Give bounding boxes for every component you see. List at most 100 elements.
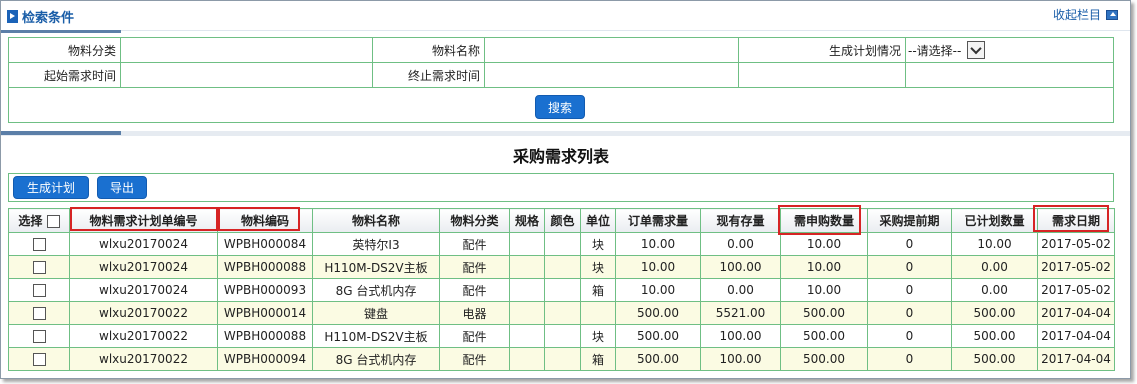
cell-spec: [509, 255, 545, 279]
search-button[interactable]: 搜索: [535, 95, 585, 119]
cell-planned-qty: 500.00: [951, 324, 1038, 348]
column-header-demand-date[interactable]: 需求日期: [1037, 208, 1115, 233]
cell-stock-qty: 5521.00: [700, 301, 781, 325]
collapse-up-icon[interactable]: [1106, 9, 1118, 20]
cell-planned-qty: 500.00: [951, 347, 1038, 371]
cell-purchase-qty: 500.00: [780, 301, 868, 325]
search-form-row-2: 起始需求时间 终止需求时间: [9, 63, 1113, 88]
row-select-cell: [8, 255, 70, 279]
cell-material-category: 配件: [439, 255, 510, 279]
table-row[interactable]: wlxu20170024 WPBH000093 8G 台式机内存 配件箱 10.00 0.…: [8, 278, 1115, 302]
row-checkbox[interactable]: [32, 307, 46, 320]
column-header-material-name[interactable]: 物料名称: [312, 208, 440, 233]
empty-cell: [906, 63, 1113, 87]
cell-demand-date: 2017-04-04: [1037, 301, 1115, 325]
cell-planned-qty: 0.00: [951, 255, 1038, 279]
table-row[interactable]: wlxu20170024 WPBH000088 H110M-DS2V主板 配件块 10.…: [8, 255, 1115, 279]
cell-spec: [509, 301, 545, 325]
cell-plan-no: wlxu20170022: [69, 301, 218, 325]
cell-material-category: 配件: [439, 278, 510, 302]
start-time-input[interactable]: [121, 63, 373, 87]
cell-stock-qty: 0.00: [700, 278, 781, 302]
header-accent-stripe: [1, 30, 121, 33]
column-header-lead-time[interactable]: 采购提前期: [867, 208, 952, 233]
cell-material-name: H110M-DS2V主板: [312, 324, 440, 348]
start-time-label: 起始需求时间: [9, 63, 121, 87]
cell-stock-qty: 0.00: [700, 232, 781, 256]
export-button[interactable]: 导出: [97, 176, 147, 199]
cell-stock-qty: 100.00: [700, 255, 781, 279]
cell-plan-no: wlxu20170024: [69, 255, 218, 279]
column-header-plan-no[interactable]: 物料需求计划单编号: [69, 208, 218, 233]
table-row[interactable]: wlxu20170022 WPBH000014 键盘 电器 500.00 5521.00 5…: [8, 301, 1115, 325]
cell-color: [544, 255, 581, 279]
cell-stock-qty: 100.00: [700, 324, 781, 348]
row-checkbox[interactable]: [32, 238, 46, 251]
row-checkbox[interactable]: [32, 261, 46, 274]
row-select-cell: [8, 324, 70, 348]
cell-purchase-qty: 10.00: [780, 278, 868, 302]
cell-material-category: 配件: [439, 232, 510, 256]
column-header-unit[interactable]: 单位: [580, 208, 616, 233]
plan-status-cell: --请选择--: [906, 38, 1113, 62]
cell-order-qty: 500.00: [615, 347, 701, 371]
row-checkbox[interactable]: [32, 353, 46, 366]
window-frame: 检索条件 收起栏目 物料分类 物料名称 生成计划情况 --请选择-- 起始需求时…: [0, 0, 1131, 379]
cell-plan-no: wlxu20170024: [69, 232, 218, 256]
material-category-input[interactable]: [121, 38, 373, 62]
column-header-planned-qty[interactable]: 已计划数量: [951, 208, 1038, 233]
cell-material-category: 电器: [439, 301, 510, 325]
column-header-purchase-qty[interactable]: 需申购数量: [780, 208, 868, 233]
row-checkbox[interactable]: [32, 330, 46, 343]
table-header-row: 选择 物料需求计划单编号 物料编码 物料名称 物料分类 规格 颜色 单位 订单需…: [8, 208, 1115, 233]
end-time-label: 终止需求时间: [373, 63, 485, 87]
search-panel-title: 检索条件: [7, 7, 74, 26]
cell-spec: [509, 324, 545, 348]
cell-color: [544, 301, 581, 325]
cell-material-code: WPBH000094: [217, 347, 313, 371]
column-header-material-category[interactable]: 物料分类: [439, 208, 510, 233]
cell-purchase-qty: 10.00: [780, 255, 868, 279]
search-form-row-1: 物料分类 物料名称 生成计划情况 --请选择--: [9, 38, 1113, 63]
column-header-color[interactable]: 颜色: [544, 208, 581, 233]
cell-order-qty: 10.00: [615, 255, 701, 279]
chevron-down-icon[interactable]: [967, 41, 986, 59]
cell-material-code: WPBH000014: [217, 301, 313, 325]
generate-plan-button[interactable]: 生成计划: [13, 176, 89, 199]
select-all-checkbox[interactable]: [46, 215, 60, 228]
plan-status-select[interactable]: --请选择--: [908, 41, 986, 59]
cell-color: [544, 347, 581, 371]
cell-planned-qty: 500.00: [951, 301, 1038, 325]
cell-order-qty: 500.00: [615, 324, 701, 348]
plan-status-value: --请选择--: [908, 43, 962, 58]
collapse-panel-button[interactable]: 收起栏目: [1053, 6, 1118, 23]
cell-demand-date: 2017-05-02: [1037, 278, 1115, 302]
row-select-cell: [8, 232, 70, 256]
material-name-input[interactable]: [485, 38, 739, 62]
table-row[interactable]: wlxu20170022 WPBH000094 8G 台式机内存 配件箱 500.00 1…: [8, 347, 1115, 371]
play-arrow-icon: [7, 10, 18, 23]
cell-unit: 箱: [580, 278, 616, 302]
table-row[interactable]: wlxu20170024 WPBH000084 英特尔I3 配件块 10.00 0.00 1…: [8, 232, 1115, 256]
cell-demand-date: 2017-04-04: [1037, 347, 1115, 371]
cell-plan-no: wlxu20170024: [69, 278, 218, 302]
cell-material-code: WPBH000084: [217, 232, 313, 256]
cell-color: [544, 278, 581, 302]
end-time-input[interactable]: [485, 63, 739, 87]
cell-material-name: H110M-DS2V主板: [312, 255, 440, 279]
cell-purchase-qty: 10.00: [780, 232, 868, 256]
section-divider: [1, 131, 1130, 136]
column-header-stock-qty[interactable]: 现有存量: [700, 208, 781, 233]
column-header-spec[interactable]: 规格: [509, 208, 545, 233]
row-checkbox[interactable]: [32, 284, 46, 297]
row-select-cell: [8, 301, 70, 325]
plan-status-label: 生成计划情况: [739, 38, 906, 62]
cell-spec: [509, 232, 545, 256]
search-panel-header: 检索条件 收起栏目: [1, 1, 1130, 31]
cell-planned-qty: 10.00: [951, 232, 1038, 256]
table-row[interactable]: wlxu20170022 WPBH000088 H110M-DS2V主板 配件块 500…: [8, 324, 1115, 348]
column-header-material-code[interactable]: 物料编码: [217, 208, 313, 233]
column-header-order-qty[interactable]: 订单需求量: [615, 208, 701, 233]
cell-unit: 块: [580, 324, 616, 348]
cell-purchase-qty: 500.00: [780, 324, 868, 348]
